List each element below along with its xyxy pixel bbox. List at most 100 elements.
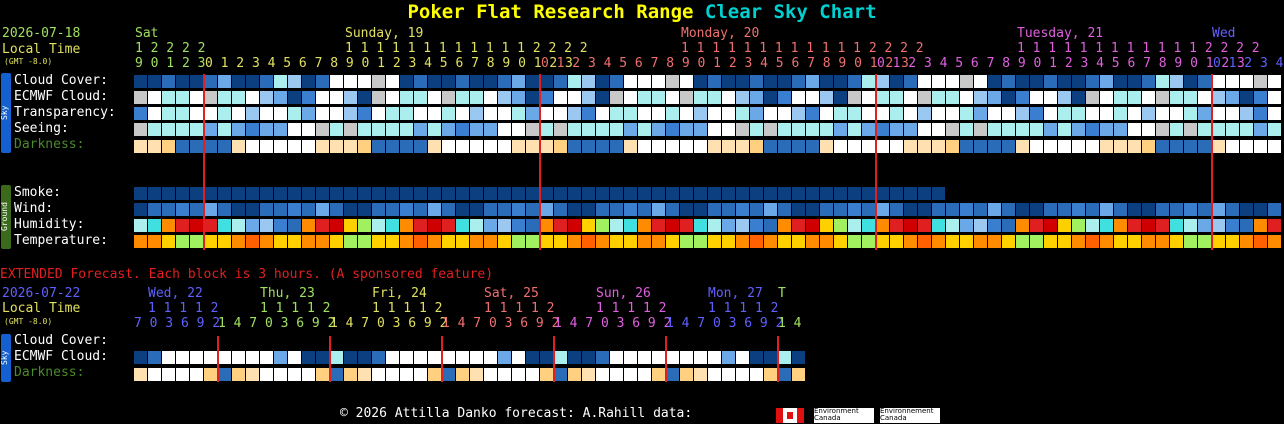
wind-cell[interactable] bbox=[960, 203, 973, 216]
ecmwf-cloud-cell[interactable] bbox=[260, 91, 273, 104]
humidity-cell[interactable] bbox=[708, 219, 721, 232]
wind-cell[interactable] bbox=[134, 203, 147, 216]
temperature-cell[interactable] bbox=[232, 235, 245, 248]
seeing-cell[interactable] bbox=[1114, 123, 1127, 136]
seeing-cell[interactable] bbox=[526, 123, 539, 136]
cloud-cover-cell[interactable] bbox=[596, 75, 609, 88]
smoke-cell[interactable] bbox=[302, 187, 315, 200]
cloud-cover-cell[interactable] bbox=[246, 75, 259, 88]
ext-ecmwf-cell[interactable] bbox=[624, 351, 637, 364]
humidity-cell[interactable] bbox=[890, 219, 903, 232]
ecmwf-cloud-cell[interactable] bbox=[694, 91, 707, 104]
darkness-cell[interactable] bbox=[890, 140, 903, 153]
ext-ecmwf-cell[interactable] bbox=[582, 351, 595, 364]
smoke-cell[interactable] bbox=[288, 187, 301, 200]
wind-cell[interactable] bbox=[288, 203, 301, 216]
cloud-cover-cell[interactable] bbox=[400, 75, 413, 88]
seeing-cell[interactable] bbox=[988, 123, 1001, 136]
ecmwf-cloud-cell[interactable] bbox=[1114, 91, 1127, 104]
transparency-cell[interactable] bbox=[554, 107, 567, 120]
humidity-cell[interactable] bbox=[512, 219, 525, 232]
ecmwf-cloud-cell[interactable] bbox=[526, 91, 539, 104]
ext-darkness-cell[interactable] bbox=[442, 368, 455, 381]
seeing-cell[interactable] bbox=[582, 123, 595, 136]
seeing-cell[interactable] bbox=[1170, 123, 1183, 136]
wind-cell[interactable] bbox=[918, 203, 931, 216]
seeing-cell[interactable] bbox=[232, 123, 245, 136]
wind-cell[interactable] bbox=[190, 203, 203, 216]
ext-ecmwf-cell[interactable] bbox=[204, 351, 217, 364]
darkness-cell[interactable] bbox=[666, 140, 679, 153]
transparency-cell[interactable] bbox=[764, 107, 777, 120]
ecmwf-cloud-cell[interactable] bbox=[596, 91, 609, 104]
smoke-cell[interactable] bbox=[176, 187, 189, 200]
transparency-cell[interactable] bbox=[582, 107, 595, 120]
transparency-cell[interactable] bbox=[428, 107, 441, 120]
transparency-cell[interactable] bbox=[652, 107, 665, 120]
ext-darkness-cell[interactable] bbox=[400, 368, 413, 381]
transparency-cell[interactable] bbox=[1156, 107, 1169, 120]
smoke-cell[interactable] bbox=[204, 187, 217, 200]
transparency-cell[interactable] bbox=[470, 107, 483, 120]
cloud-cover-cell[interactable] bbox=[512, 75, 525, 88]
wind-cell[interactable] bbox=[414, 203, 427, 216]
seeing-cell[interactable] bbox=[722, 123, 735, 136]
darkness-cell[interactable] bbox=[540, 140, 553, 153]
humidity-cell[interactable] bbox=[1268, 219, 1281, 232]
ecmwf-cloud-cell[interactable] bbox=[204, 91, 217, 104]
ecmwf-cloud-cell[interactable] bbox=[442, 91, 455, 104]
darkness-cell[interactable] bbox=[456, 140, 469, 153]
wind-cell[interactable] bbox=[1016, 203, 1029, 216]
seeing-cell[interactable] bbox=[162, 123, 175, 136]
extended-banner[interactable]: EXTENDED Forecast. Each block is 3 hours… bbox=[0, 268, 493, 282]
transparency-cell[interactable] bbox=[316, 107, 329, 120]
transparency-cell[interactable] bbox=[792, 107, 805, 120]
wind-cell[interactable] bbox=[1114, 203, 1127, 216]
smoke-cell[interactable] bbox=[750, 187, 763, 200]
smoke-cell[interactable] bbox=[736, 187, 749, 200]
smoke-cell[interactable] bbox=[652, 187, 665, 200]
wind-cell[interactable] bbox=[568, 203, 581, 216]
humidity-cell[interactable] bbox=[904, 219, 917, 232]
ext-ecmwf-cell[interactable] bbox=[764, 351, 777, 364]
smoke-cell[interactable] bbox=[624, 187, 637, 200]
seeing-cell[interactable] bbox=[652, 123, 665, 136]
seeing-cell[interactable] bbox=[666, 123, 679, 136]
row-label-wind[interactable]: Wind: bbox=[14, 202, 53, 216]
humidity-cell[interactable] bbox=[610, 219, 623, 232]
ext-ecmwf-cell[interactable] bbox=[358, 351, 371, 364]
cloud-cover-cell[interactable] bbox=[1198, 75, 1211, 88]
transparency-cell[interactable] bbox=[344, 107, 357, 120]
transparency-cell[interactable] bbox=[1226, 107, 1239, 120]
cloud-cover-cell[interactable] bbox=[722, 75, 735, 88]
cloud-cover-cell[interactable] bbox=[974, 75, 987, 88]
cloud-cover-cell[interactable] bbox=[736, 75, 749, 88]
humidity-cell[interactable] bbox=[1114, 219, 1127, 232]
humidity-cell[interactable] bbox=[848, 219, 861, 232]
wind-cell[interactable] bbox=[610, 203, 623, 216]
darkness-cell[interactable] bbox=[596, 140, 609, 153]
wind-cell[interactable] bbox=[358, 203, 371, 216]
ecmwf-cloud-cell[interactable] bbox=[820, 91, 833, 104]
ext-ecmwf-cell[interactable] bbox=[750, 351, 763, 364]
wind-cell[interactable] bbox=[806, 203, 819, 216]
darkness-cell[interactable] bbox=[316, 140, 329, 153]
transparency-cell[interactable] bbox=[1198, 107, 1211, 120]
cloud-cover-cell[interactable] bbox=[792, 75, 805, 88]
darkness-cell[interactable] bbox=[1254, 140, 1267, 153]
ext-darkness-cell[interactable] bbox=[736, 368, 749, 381]
ecmwf-cloud-cell[interactable] bbox=[988, 91, 1001, 104]
ecmwf-cloud-cell[interactable] bbox=[330, 91, 343, 104]
humidity-cell[interactable] bbox=[442, 219, 455, 232]
darkness-cell[interactable] bbox=[1072, 140, 1085, 153]
ecmwf-cloud-cell[interactable] bbox=[134, 91, 147, 104]
darkness-cell[interactable] bbox=[470, 140, 483, 153]
humidity-cell[interactable] bbox=[568, 219, 581, 232]
seeing-cell[interactable] bbox=[946, 123, 959, 136]
seeing-cell[interactable] bbox=[1268, 123, 1281, 136]
cloud-cover-cell[interactable] bbox=[568, 75, 581, 88]
darkness-cell[interactable] bbox=[778, 140, 791, 153]
smoke-cell[interactable] bbox=[568, 187, 581, 200]
transparency-cell[interactable] bbox=[498, 107, 511, 120]
darkness-cell[interactable] bbox=[1142, 140, 1155, 153]
